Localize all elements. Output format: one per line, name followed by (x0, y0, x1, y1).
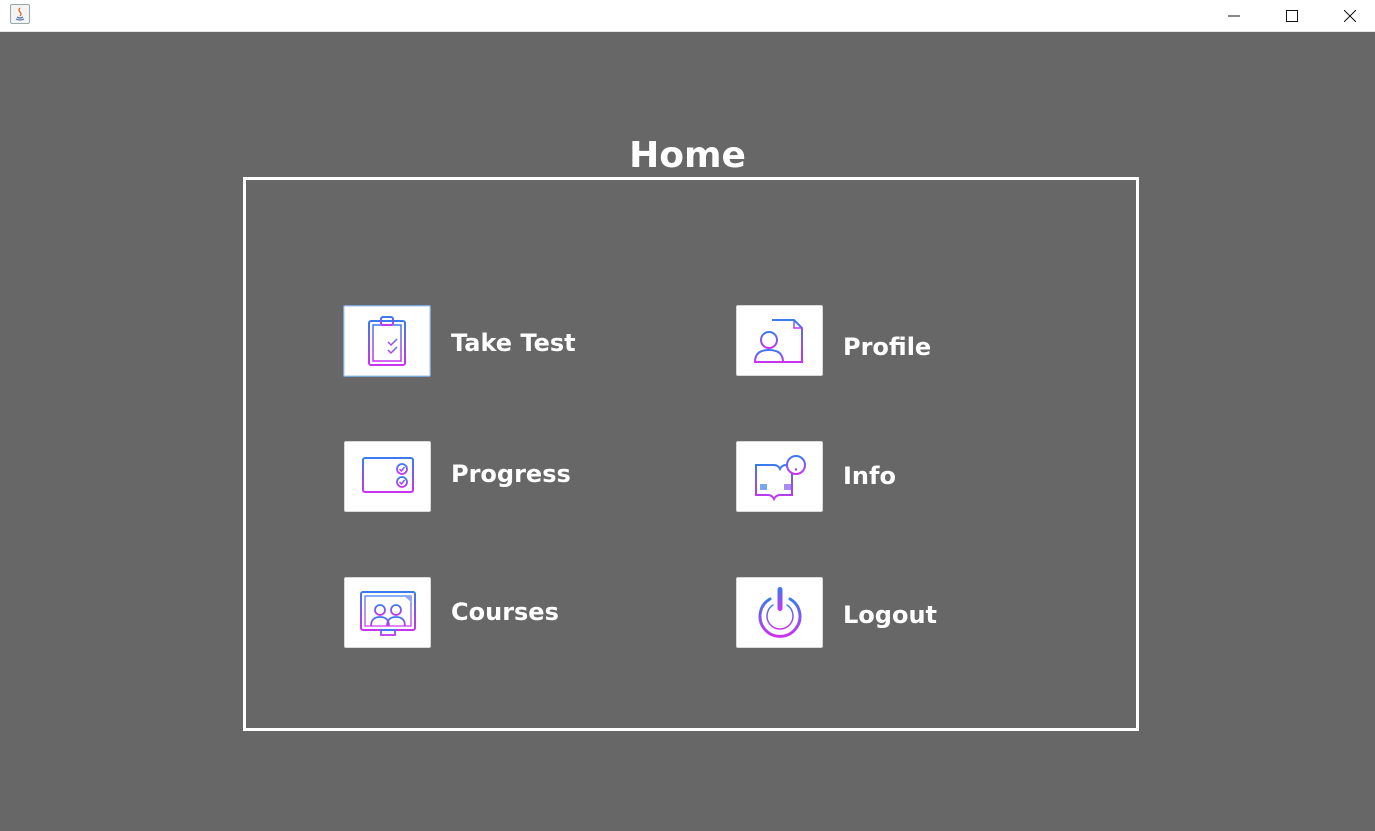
window-titlebar (0, 0, 1375, 32)
progress-label[interactable]: Progress (451, 459, 571, 489)
close-icon (1344, 9, 1356, 22)
book-info-icon (754, 454, 806, 501)
info-button[interactable] (736, 441, 823, 512)
maximize-button[interactable] (1263, 0, 1321, 31)
power-icon (758, 586, 801, 638)
courses-label[interactable]: Courses (451, 597, 559, 627)
courses-button[interactable] (344, 577, 431, 648)
clipboard-checklist-icon (368, 316, 406, 366)
profile-label[interactable]: Profile (843, 332, 931, 362)
profile-button[interactable] (736, 305, 823, 376)
take-test-button[interactable] (343, 305, 431, 377)
logout-label[interactable]: Logout (843, 600, 937, 630)
info-label[interactable]: Info (843, 461, 896, 491)
classroom-screen-icon (359, 590, 416, 636)
maximize-icon (1286, 9, 1298, 22)
progress-button[interactable] (344, 441, 431, 512)
minimize-icon (1228, 15, 1240, 16)
page-title: Home (629, 135, 746, 176)
logout-button[interactable] (736, 577, 823, 648)
minimize-button[interactable] (1205, 0, 1263, 31)
user-document-icon (753, 318, 803, 363)
take-test-label[interactable]: Take Test (451, 328, 576, 358)
java-app-icon (10, 4, 30, 24)
progress-report-icon (361, 456, 414, 497)
close-button[interactable] (1321, 0, 1375, 31)
